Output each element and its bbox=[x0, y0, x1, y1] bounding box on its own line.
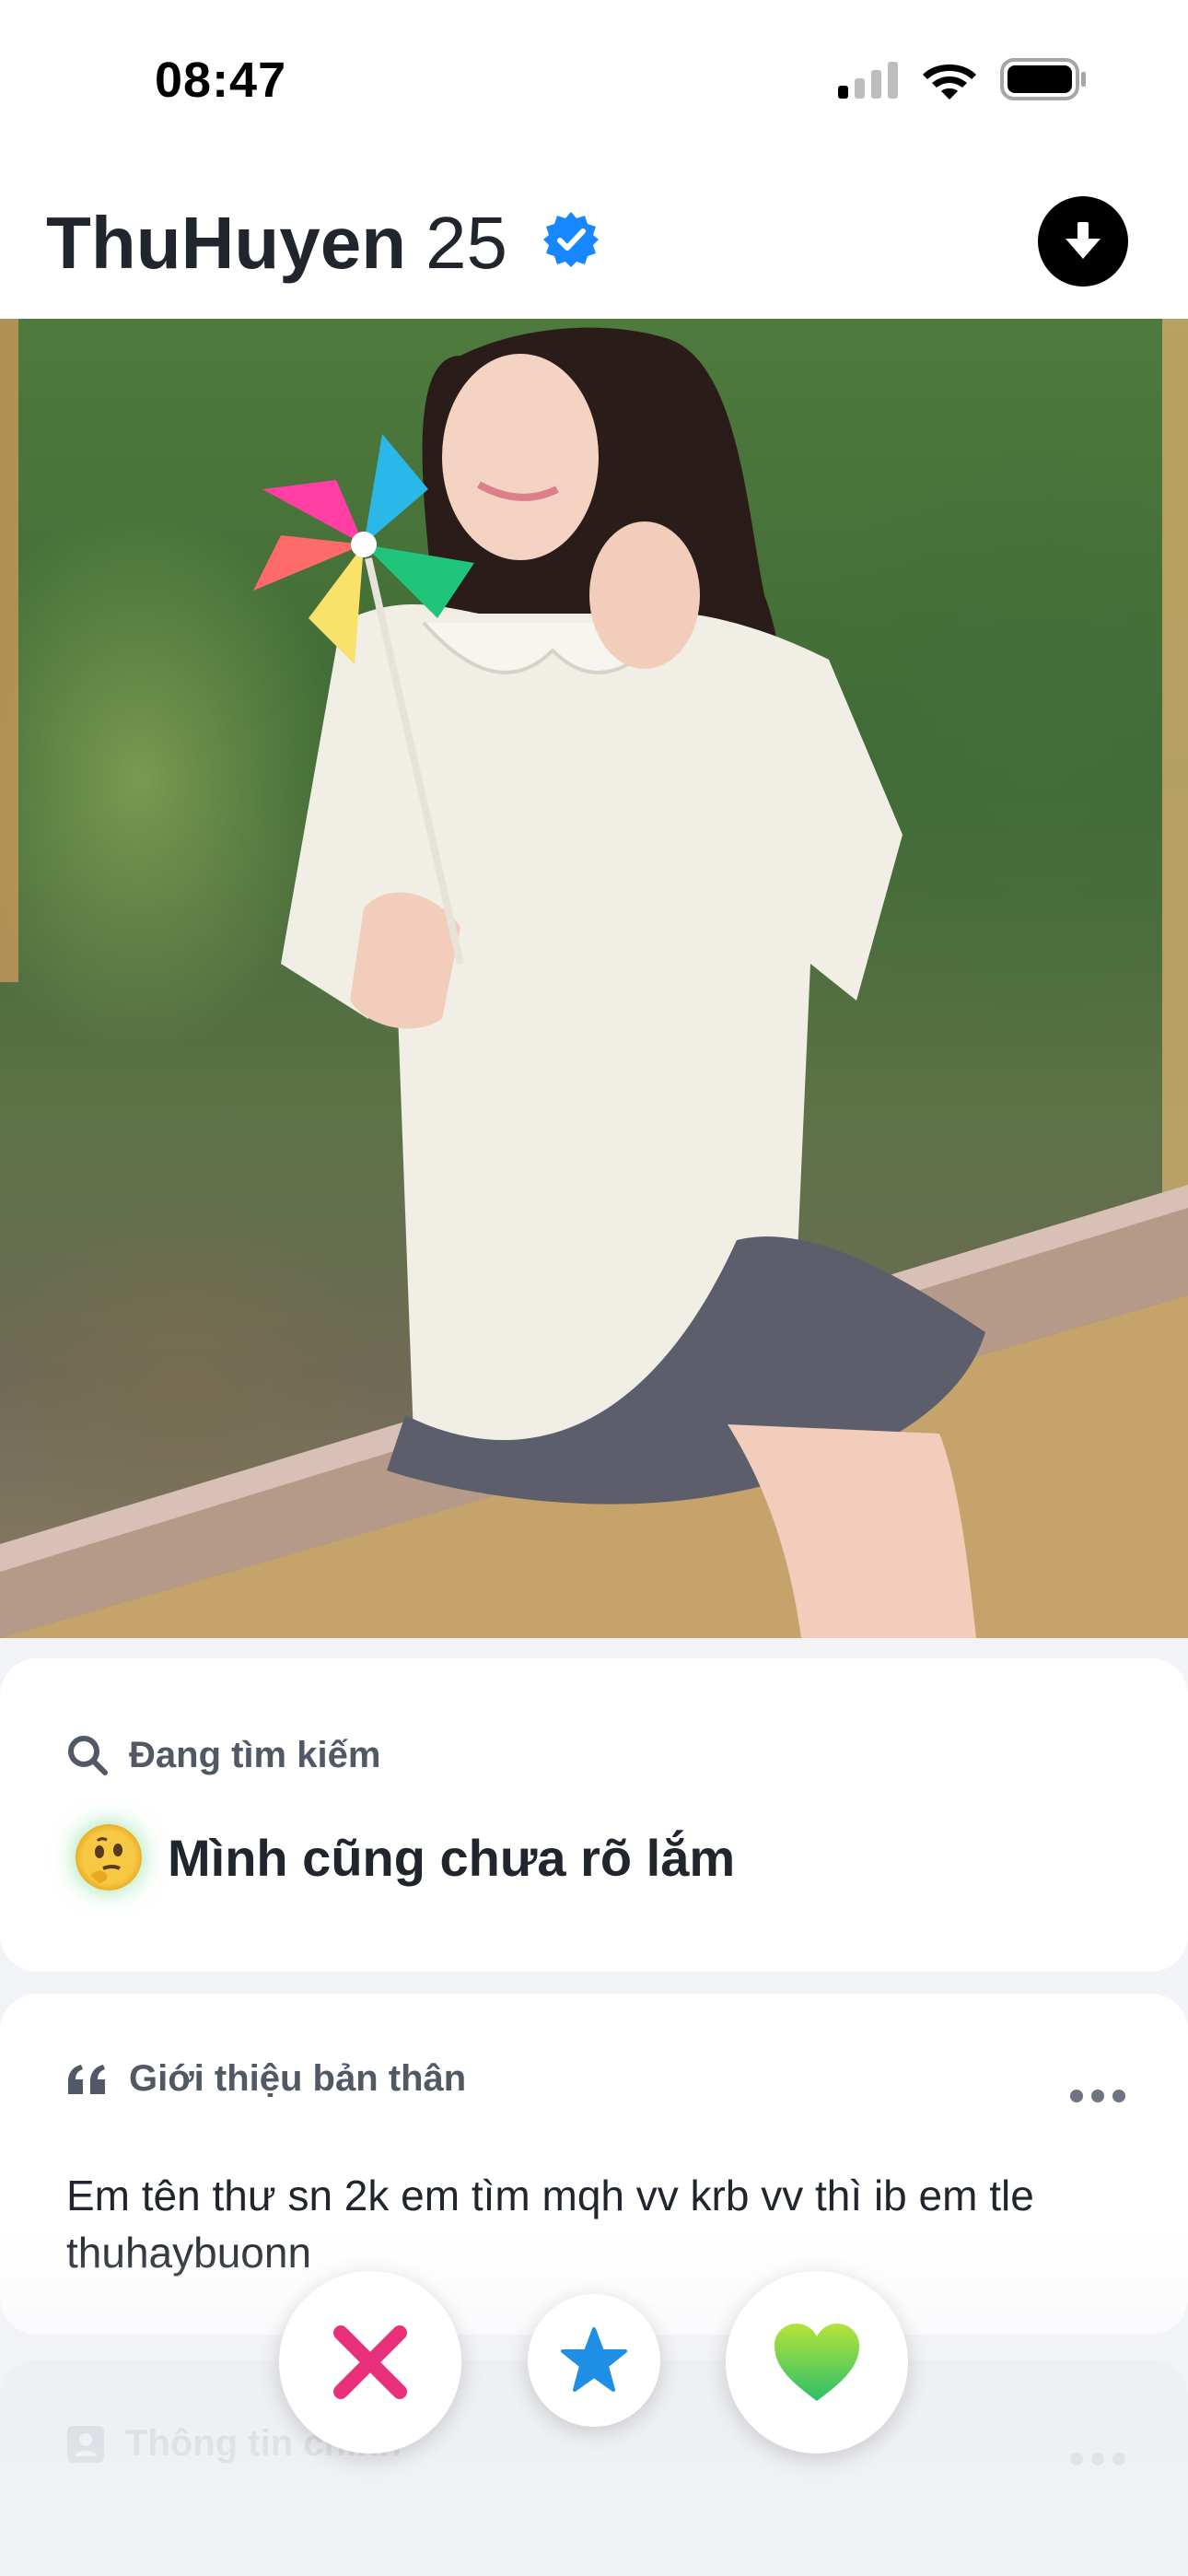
status-icons bbox=[838, 55, 1087, 103]
verified-badge-icon[interactable] bbox=[542, 210, 600, 269]
status-bar: 08:47 bbox=[0, 0, 1188, 162]
like-button[interactable] bbox=[726, 2271, 908, 2453]
dot bbox=[1091, 2453, 1104, 2465]
profile-name: ThuHuyen bbox=[46, 202, 407, 284]
about-header: Giới thiệu bản thân bbox=[66, 2058, 466, 2100]
looking-for-header: Đang tìm kiếm bbox=[66, 1734, 380, 1776]
about-text: Em tên thư sn 2k em tìm mqh vv krb vv th… bbox=[66, 2172, 1034, 2277]
dot bbox=[1070, 2453, 1083, 2465]
about-card: Giới thiệu bản thân Em tên thư sn 2k em … bbox=[0, 1994, 1188, 2335]
nope-button[interactable] bbox=[279, 2271, 461, 2453]
super-like-button[interactable] bbox=[528, 2294, 660, 2427]
wifi-icon bbox=[923, 64, 976, 100]
profile-photo-illustration bbox=[0, 319, 1188, 1638]
dot bbox=[1070, 2090, 1083, 2102]
profile-photo[interactable] bbox=[0, 319, 1188, 1638]
profile-age: 25 bbox=[425, 202, 507, 284]
cellular-signal-icon bbox=[838, 62, 898, 99]
download-arrow-icon bbox=[1066, 222, 1101, 259]
status-time: 08:47 bbox=[155, 53, 287, 108]
looking-for-text: Mình cũng chưa rõ lắm bbox=[168, 1828, 736, 1887]
id-card-icon bbox=[67, 2425, 104, 2463]
battery-icon bbox=[1000, 58, 1086, 100]
nope-x-icon bbox=[333, 2325, 407, 2399]
looking-for-label: Đang tìm kiếm bbox=[129, 1734, 381, 1775]
super-like-star-icon bbox=[561, 2327, 627, 2392]
about-more-button[interactable] bbox=[1070, 2090, 1125, 2102]
about-label: Giới thiệu bản thân bbox=[129, 2058, 467, 2099]
basics-more-button[interactable] bbox=[1070, 2453, 1125, 2465]
search-icon bbox=[68, 1736, 108, 1775]
dot bbox=[1112, 2453, 1125, 2465]
looking-for-value: Mình cũng chưa rõ lắm bbox=[76, 1824, 735, 1891]
dot bbox=[1112, 2090, 1125, 2102]
download-button[interactable] bbox=[1038, 196, 1128, 287]
dot bbox=[1091, 2090, 1104, 2102]
like-heart-icon bbox=[775, 2324, 859, 2401]
profile-header: ThuHuyen 25 bbox=[0, 162, 1188, 319]
quote-icon bbox=[68, 2064, 105, 2094]
thinking-face-icon bbox=[76, 1824, 142, 1891]
looking-for-card: Đang tìm kiếm Mình cũng chưa rõ lắm bbox=[0, 1658, 1188, 1972]
